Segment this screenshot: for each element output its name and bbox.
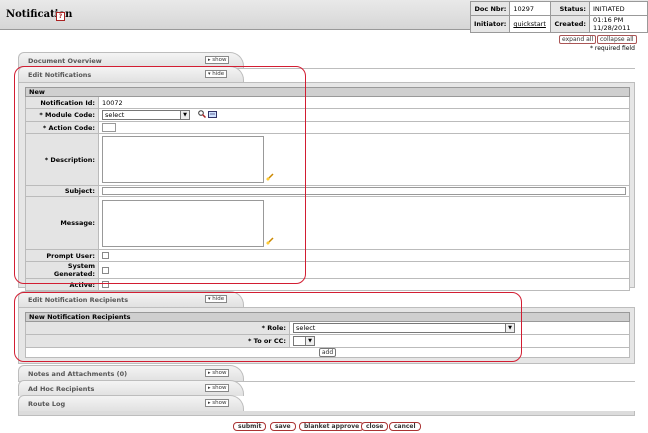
cancel-button[interactable]: cancel bbox=[389, 422, 421, 431]
document-header-table: Doc Nbr: 10297 Status: INITIATED Initiat… bbox=[469, 1, 648, 33]
initiator-label: Initiator: bbox=[469, 15, 511, 33]
tab-notes-label: Notes and Attachments (0) bbox=[28, 370, 128, 378]
close-button[interactable]: close bbox=[361, 422, 389, 431]
tab-adhoc-recipients[interactable]: Ad Hoc Recipients ▸ show bbox=[18, 380, 244, 396]
help-icon[interactable]: ? bbox=[56, 12, 65, 21]
blanket-approve-button[interactable]: blanket approve bbox=[299, 422, 365, 431]
tab-document-overview-label: Document Overview bbox=[28, 57, 102, 65]
collapse-all-button[interactable]: collapse all bbox=[597, 35, 637, 44]
tab-route-log-label: Route Log bbox=[28, 400, 66, 408]
status-label: Status: bbox=[550, 1, 590, 16]
adhoc-show-button[interactable]: ▸ show bbox=[205, 384, 230, 392]
initiator-link[interactable]: quickstart bbox=[509, 15, 552, 33]
expand-all-button[interactable]: expand all bbox=[559, 35, 597, 44]
tab-route-log[interactable]: Route Log ▸ show bbox=[18, 395, 244, 411]
highlight-edit-notifications bbox=[14, 66, 306, 284]
submit-button[interactable]: submit bbox=[233, 422, 267, 431]
created-value: 01:16 PM 11/28/2011 bbox=[589, 15, 648, 33]
tab-notes-attachments[interactable]: Notes and Attachments (0) ▸ show bbox=[18, 365, 244, 381]
initiator-link-text[interactable]: quickstart bbox=[513, 20, 546, 28]
status-value: INITIATED bbox=[589, 1, 648, 16]
notes-show-button[interactable]: ▸ show bbox=[205, 369, 230, 377]
tab-adhoc-label: Ad Hoc Recipients bbox=[28, 385, 95, 393]
required-note: * required field bbox=[590, 45, 635, 52]
document-overview-show-button[interactable]: ▸ show bbox=[205, 56, 230, 64]
route-log-show-button[interactable]: ▸ show bbox=[205, 399, 230, 407]
doc-nbr-value: 10297 bbox=[509, 1, 552, 16]
bottom-border bbox=[18, 411, 635, 416]
highlight-edit-recipients bbox=[14, 292, 522, 362]
save-button[interactable]: save bbox=[270, 422, 296, 431]
doc-nbr-label: Doc Nbr: bbox=[469, 1, 511, 16]
created-label: Created: bbox=[550, 15, 590, 33]
